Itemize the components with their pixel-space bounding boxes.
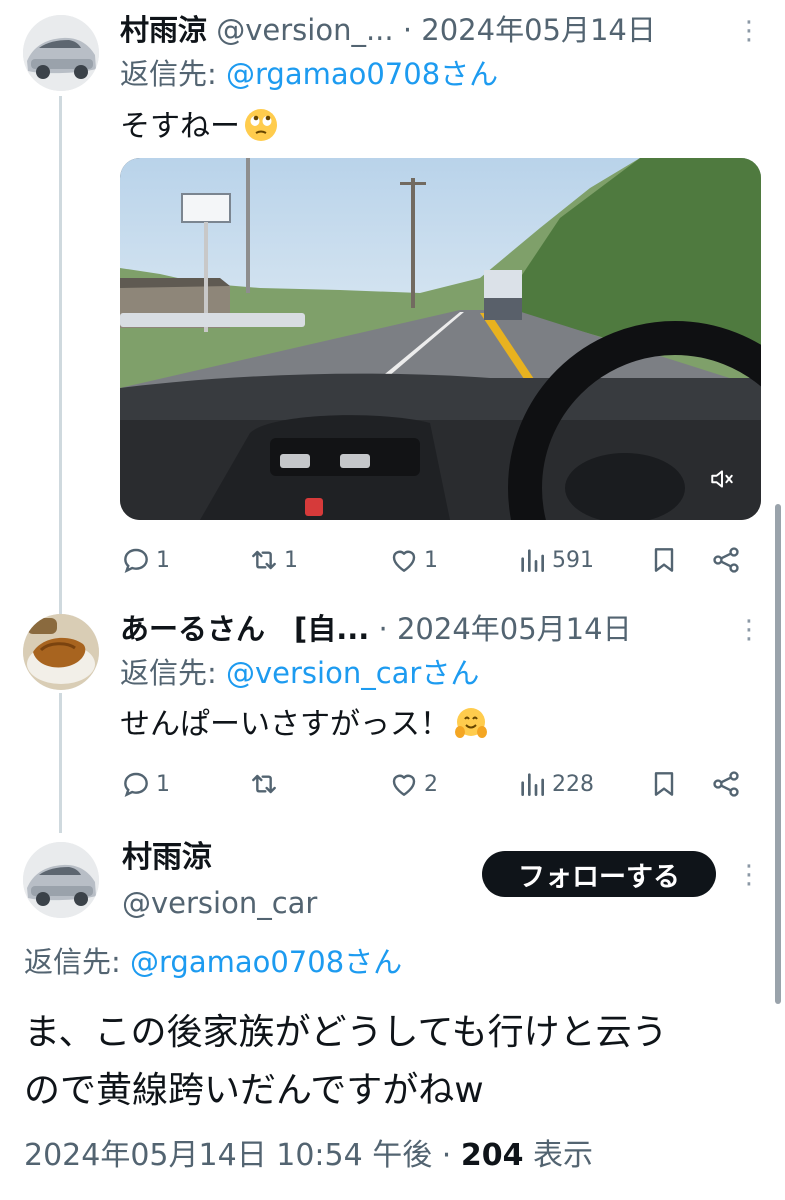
reply-button[interactable]: 1 xyxy=(120,540,170,580)
user-handle[interactable]: @version_car xyxy=(122,884,317,922)
tweet-text: ま、この後家族がどうしても行けと云う ので黄線跨いだんですがねw xyxy=(24,1004,668,1120)
video-player[interactable] xyxy=(120,158,761,520)
follow-button[interactable]: フォローする xyxy=(482,851,716,897)
tweet-timestamp[interactable]: 2024年05月14日 10:54 午後 xyxy=(24,1138,432,1173)
views-button[interactable]: 591 xyxy=(516,540,594,580)
face-with-rolling-eyes-icon xyxy=(244,108,278,142)
tweet-text: そすねー xyxy=(120,108,278,146)
retweet-icon xyxy=(252,550,276,570)
tweet-text-content: そすねー xyxy=(120,109,240,144)
share-button[interactable] xyxy=(710,540,742,580)
reply-button[interactable]: 1 xyxy=(120,764,170,804)
thread-line xyxy=(59,693,62,833)
retweet-count: 1 xyxy=(284,547,298,573)
tweet-date[interactable]: · 2024年05月14日 xyxy=(403,13,656,47)
avatar[interactable] xyxy=(23,614,99,690)
tweet-text-line: ので黄線跨いだんですがねw xyxy=(24,1070,484,1111)
views-label: 表示 xyxy=(523,1138,594,1173)
reply-header: あーるさん [自... · 2024年05月14日 xyxy=(120,611,720,647)
heart-icon xyxy=(392,774,416,796)
bookmark-button[interactable] xyxy=(648,540,680,580)
bookmark-button[interactable] xyxy=(648,764,680,804)
reply-to-line: 返信先: @rgamao0708さん xyxy=(24,944,402,980)
volume-muted-icon[interactable] xyxy=(701,458,743,500)
display-name[interactable]: あーるさん [自... xyxy=(120,612,369,646)
bookmark-icon xyxy=(654,548,674,572)
view-count: 204 xyxy=(460,1138,524,1173)
more-options-icon[interactable]: ⋮ xyxy=(736,18,762,44)
reply-to-line: 返信先: @rgamao0708さん xyxy=(120,56,498,92)
views-button[interactable]: 228 xyxy=(516,764,594,804)
more-options-icon[interactable]: ⋮ xyxy=(736,617,762,643)
analytics-icon xyxy=(521,773,544,796)
share-icon xyxy=(713,771,739,797)
like-count: 2 xyxy=(424,771,438,797)
more-options-icon[interactable]: ⋮ xyxy=(736,862,762,888)
reply-to-label: 返信先: xyxy=(120,57,226,91)
thread-line xyxy=(59,96,62,616)
analytics-icon xyxy=(521,549,544,572)
heart-icon xyxy=(392,550,416,572)
retweet-icon xyxy=(252,774,276,794)
tweet-meta: 2024年05月14日 10:54 午後 · 204 表示 xyxy=(24,1136,593,1176)
display-name[interactable]: 村雨涼 xyxy=(120,13,207,47)
tweet-text-line: ま、この後家族がどうしても行けと云う xyxy=(24,1012,668,1053)
retweet-button[interactable] xyxy=(248,764,284,804)
bookmark-icon xyxy=(654,772,674,796)
reply-header: 村雨涼 @version_... · 2024年05月14日 xyxy=(120,12,720,48)
reply-icon xyxy=(124,772,148,797)
reply-to-mention[interactable]: @rgamao0708さん xyxy=(226,57,498,91)
reply-count: 1 xyxy=(156,771,170,797)
reply-to-line: 返信先: @version_carさん xyxy=(120,655,479,691)
view-count: 228 xyxy=(552,771,594,797)
reply-to-label: 返信先: xyxy=(24,945,130,979)
tweet-date[interactable]: · 2024年05月14日 xyxy=(379,612,632,646)
display-name[interactable]: 村雨涼 xyxy=(122,838,212,878)
reply-to-mention[interactable]: @rgamao0708さん xyxy=(130,945,402,979)
hugging-face-icon xyxy=(454,706,488,740)
user-handle[interactable]: @version_... xyxy=(216,13,393,47)
tweet-text: せんぱーいさすがっス！ xyxy=(120,706,488,744)
tweet-actions: 1 1 1 591 xyxy=(120,540,750,580)
share-button[interactable] xyxy=(710,764,742,804)
reply-icon xyxy=(124,548,148,573)
avatar[interactable] xyxy=(23,15,99,91)
scrollbar[interactable] xyxy=(775,504,781,1004)
share-icon xyxy=(713,547,739,573)
view-count: 591 xyxy=(552,547,594,573)
meta-separator: · xyxy=(432,1138,461,1173)
like-count: 1 xyxy=(424,547,438,573)
reply-to-label: 返信先: xyxy=(120,656,226,690)
avatar[interactable] xyxy=(23,842,99,918)
reply-count: 1 xyxy=(156,547,170,573)
like-button[interactable]: 1 xyxy=(388,540,438,580)
tweet-actions: 1 2 228 xyxy=(120,764,750,804)
like-button[interactable]: 2 xyxy=(388,764,438,804)
tweet-text-content: せんぱーいさすがっス！ xyxy=(120,707,450,742)
reply-to-mention[interactable]: @version_carさん xyxy=(226,656,479,690)
retweet-button[interactable]: 1 xyxy=(248,540,298,580)
